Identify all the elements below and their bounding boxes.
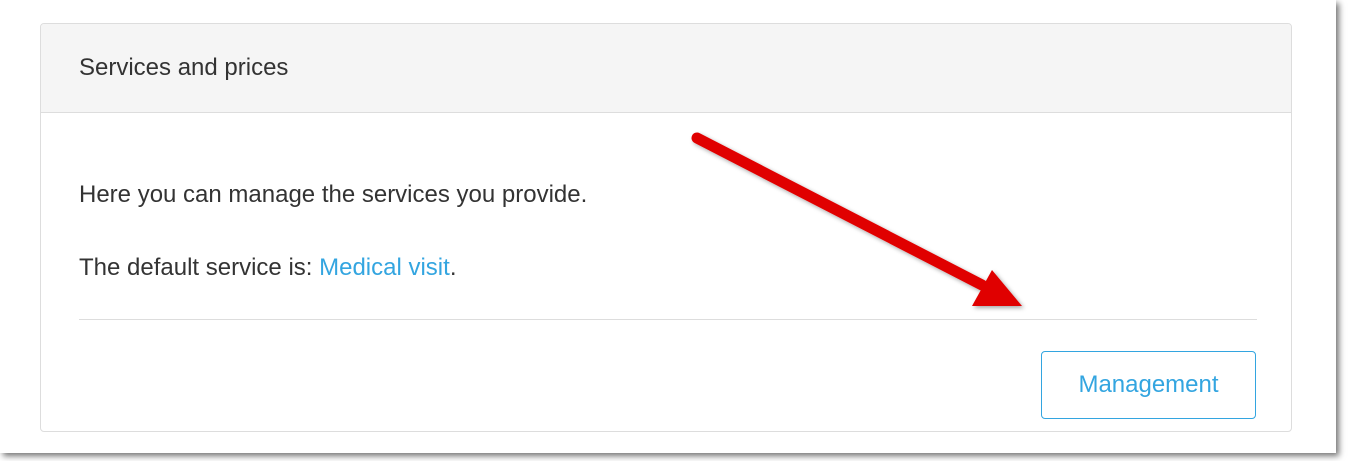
panel-title: Services and prices: [79, 54, 289, 81]
services-description: Here you can manage the services you pro…: [79, 181, 588, 208]
services-panel: Services and prices Here you can manage …: [40, 23, 1292, 432]
screenshot-frame: Services and prices Here you can manage …: [0, 0, 1336, 453]
panel-heading: Services and prices: [41, 24, 1291, 113]
default-service-link[interactable]: Medical visit: [319, 254, 450, 281]
default-service-suffix: .: [449, 254, 457, 281]
default-service-line: The default service is: Medical visit.: [79, 254, 456, 282]
divider: [79, 319, 1257, 320]
default-service-prefix: The default service is:: [79, 254, 320, 281]
panel-body: Here you can manage the services you pro…: [41, 113, 1291, 431]
management-button[interactable]: Management: [1041, 351, 1256, 419]
